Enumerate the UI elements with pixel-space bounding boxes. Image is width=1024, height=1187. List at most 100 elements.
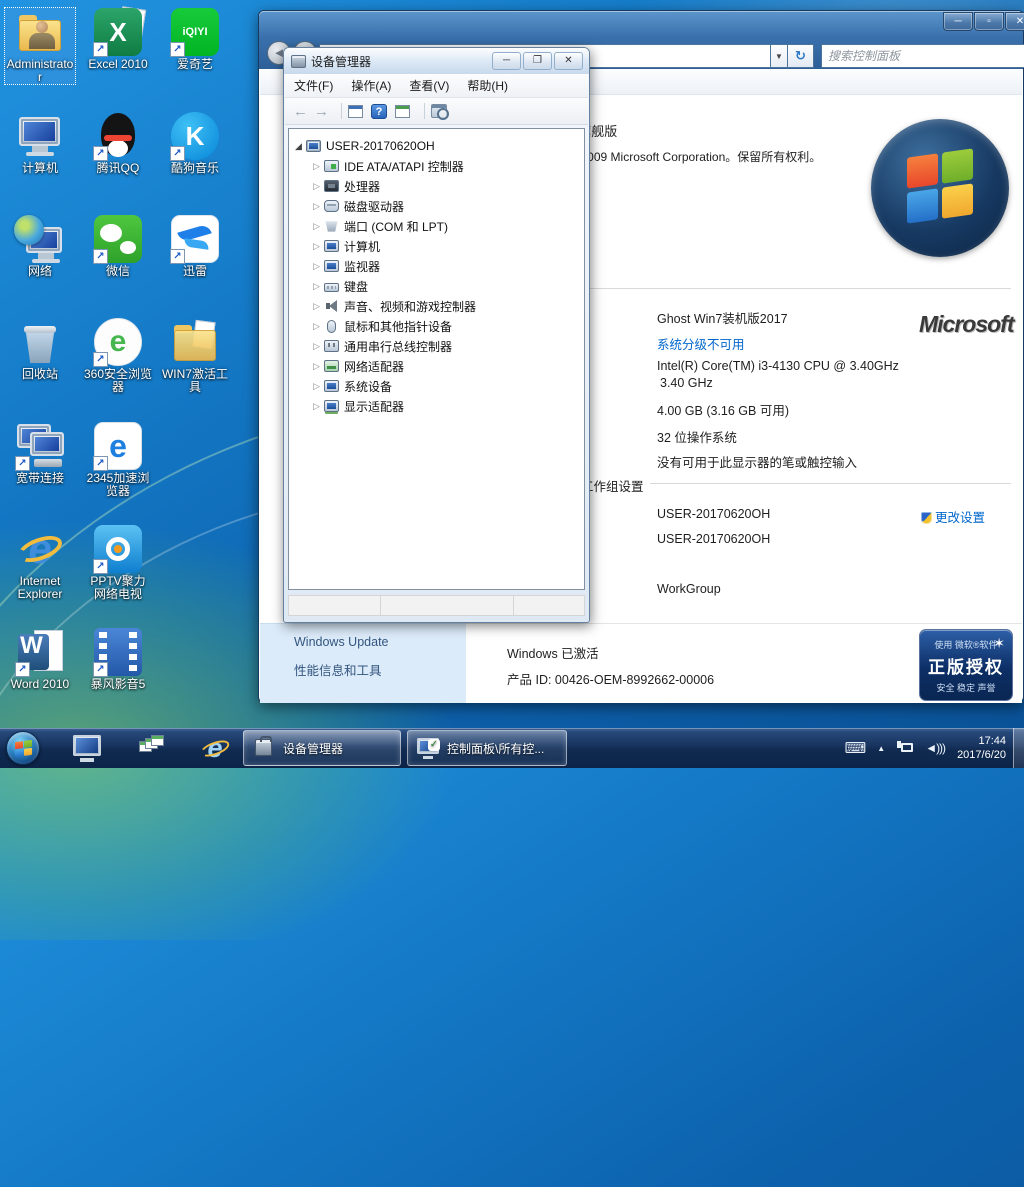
show-desktop-button[interactable] [1013, 728, 1024, 768]
show-hidden-icons-button[interactable]: ▲ [877, 744, 885, 753]
quicklaunch-explorer-icon[interactable] [72, 733, 102, 763]
device-manager-icon [252, 737, 276, 759]
desktop-icon-network[interactable]: 网络 [5, 215, 75, 278]
monitor-icon [324, 260, 339, 272]
taskbar-button-device-manager[interactable]: 设备管理器 [243, 730, 401, 766]
change-settings-link[interactable]: 更改设置 [921, 507, 985, 526]
desktop-icon-win7-activator[interactable]: WIN7激活工具 [160, 318, 230, 394]
qq-penguin-icon: ↗ [94, 112, 142, 160]
tree-node-cpu[interactable]: ▷ 处理器 [289, 176, 584, 196]
icon-label: 宽带连接 [5, 472, 75, 485]
desktop-icon-pptv[interactable]: ↗ PPTV聚力 网络电视 [83, 525, 153, 601]
menu-action[interactable]: 操作(A) [342, 74, 400, 97]
icon-label: 2345加速浏览器 [83, 472, 153, 498]
expand-arrow-icon[interactable]: ▷ [311, 201, 322, 212]
tree-node-keyboard[interactable]: ▷ 键盘 [289, 276, 584, 296]
product-id: 产品 ID: 00426-OEM-8992662-00006 [507, 669, 714, 688]
maximize-button[interactable]: ▫ [974, 12, 1004, 31]
tree-node-usb[interactable]: ▷ 通用串行总线控制器 [289, 336, 584, 356]
search-input[interactable] [822, 45, 1024, 67]
icon-label: PPTV聚力 网络电视 [83, 575, 153, 601]
expand-arrow-icon[interactable]: ▷ [311, 181, 322, 192]
rating-link[interactable]: 系统分级不可用 [657, 334, 745, 353]
minimize-button[interactable]: ─ [492, 52, 521, 70]
quicklaunch-ie-icon[interactable]: e [200, 733, 230, 763]
forward-button[interactable]: → [314, 103, 329, 120]
tree-node-mouse[interactable]: ▷ 鼠标和其他指针设备 [289, 316, 584, 336]
expand-arrow-icon[interactable]: ▷ [311, 281, 322, 292]
desktop-icon-internet-explorer[interactable]: e Internet Explorer [5, 525, 75, 601]
close-button[interactable]: ✕ [1005, 12, 1024, 31]
desktop-icon-360browser[interactable]: e ↗ 360安全浏览器 [83, 318, 153, 394]
windows-flag-icon [907, 148, 973, 223]
refresh-button[interactable]: ↻ [788, 44, 814, 68]
show-console-tree-icon[interactable] [348, 105, 363, 118]
desktop-icon-kugou[interactable]: K ↗ 酷狗音乐 [160, 112, 230, 175]
menu-file[interactable]: 文件(F) [285, 74, 342, 97]
ram-value: 4.00 GB (3.16 GB 可用) [657, 400, 789, 419]
performance-tools-link[interactable]: 性能信息和工具 [294, 660, 382, 679]
clock[interactable]: 17:44 2017/6/20 [957, 734, 1006, 762]
minimize-button[interactable]: ─ [943, 12, 973, 31]
expand-arrow-icon[interactable]: ▷ [311, 241, 322, 252]
tree-node-system[interactable]: ▷ 系统设备 [289, 376, 584, 396]
desktop-icon-iqiyi[interactable]: iQIYI ↗ 爱奇艺 [160, 8, 230, 71]
expand-arrow-icon[interactable]: ▷ [311, 361, 322, 372]
desktop-icon-xunlei[interactable]: ↗ 迅雷 [160, 215, 230, 278]
usb-icon [324, 340, 339, 352]
desktop-icon-broadband[interactable]: ↗ 宽带连接 [5, 422, 75, 485]
expand-arrow-icon[interactable]: ▷ [311, 401, 322, 412]
tree-node-sound[interactable]: ▷ 声音、视频和游戏控制器 [289, 296, 584, 316]
back-button[interactable]: ← [293, 103, 308, 120]
tree-node-ports[interactable]: ▷ 端口 (COM 和 LPT) [289, 216, 584, 236]
start-button[interactable] [6, 731, 40, 765]
icon-label: 回收站 [5, 368, 75, 381]
desktop-icon-stormplayer[interactable]: ↗ 暴风影音5 [83, 628, 153, 691]
microsoft-logo: Microsoft [919, 311, 1014, 338]
desktop-icon-2345browser[interactable]: e ↗ 2345加速浏览器 [83, 422, 153, 498]
internet-explorer-icon: e [16, 525, 64, 573]
desktop-icon-word[interactable]: W ↗ Word 2010 [5, 628, 75, 691]
tree-node-computer[interactable]: ▷ 计算机 [289, 236, 584, 256]
restore-button[interactable]: ❐ [523, 52, 552, 70]
shortcut-arrow-icon: ↗ [93, 42, 108, 57]
volume-icon[interactable]: ◄))) [925, 741, 945, 755]
expand-arrow-icon[interactable]: ▷ [311, 321, 322, 332]
expand-arrow-icon[interactable]: ▷ [311, 301, 322, 312]
action-pane-icon[interactable] [395, 105, 410, 118]
help-button[interactable]: ? [371, 104, 387, 119]
tree-node-network[interactable]: ▷ 网络适配器 [289, 356, 584, 376]
network-tray-icon[interactable] [897, 741, 913, 755]
quicklaunch-windows-icon[interactable] [136, 733, 166, 763]
close-button[interactable]: ✕ [554, 52, 583, 70]
menu-help[interactable]: 帮助(H) [458, 74, 517, 97]
expand-arrow-icon[interactable]: ▷ [311, 381, 322, 392]
desktop-icon-computer[interactable]: 计算机 [5, 112, 75, 175]
tree-node-display[interactable]: ▷ 显示适配器 [289, 396, 584, 416]
system-device-icon [324, 380, 339, 392]
address-dropdown-button[interactable]: ▼ [771, 44, 788, 68]
icon-label: WIN7激活工具 [160, 368, 230, 394]
tree-node-ide[interactable]: ▷ IDE ATA/ATAPI 控制器 [289, 156, 584, 176]
desktop-icon-wechat[interactable]: ↗ 微信 [83, 215, 153, 278]
tree-node-disk[interactable]: ▷ 磁盘驱动器 [289, 196, 584, 216]
desktop-icon-excel[interactable]: X↗ Excel 2010 [83, 8, 153, 71]
scan-hardware-changes-icon[interactable] [431, 104, 447, 118]
tree-root-node[interactable]: ◢ USER-20170620OH [289, 136, 584, 156]
icon-label: 360安全浏览器 [83, 368, 153, 394]
expand-arrow-icon[interactable]: ▷ [311, 221, 322, 232]
tree-node-monitor[interactable]: ▷ 监视器 [289, 256, 584, 276]
pptv-icon: ↗ [94, 525, 142, 573]
desktop-icon-administrator[interactable]: Administrator [5, 8, 75, 84]
menu-view[interactable]: 查看(V) [400, 74, 458, 97]
collapse-arrow-icon[interactable]: ◢ [293, 141, 304, 152]
folder-icon [171, 318, 219, 366]
desktop-icon-qq[interactable]: ↗ 腾讯QQ [83, 112, 153, 175]
expand-arrow-icon[interactable]: ▷ [311, 261, 322, 272]
input-method-icon[interactable]: ⌨ [845, 739, 867, 757]
desktop-icon-recycle-bin[interactable]: 回收站 [5, 318, 75, 381]
taskbar-button-control-panel[interactable]: ✓ 控制面板\所有控... [407, 730, 567, 766]
windows-update-link[interactable]: Windows Update [294, 635, 389, 649]
expand-arrow-icon[interactable]: ▷ [311, 341, 322, 352]
expand-arrow-icon[interactable]: ▷ [311, 161, 322, 172]
